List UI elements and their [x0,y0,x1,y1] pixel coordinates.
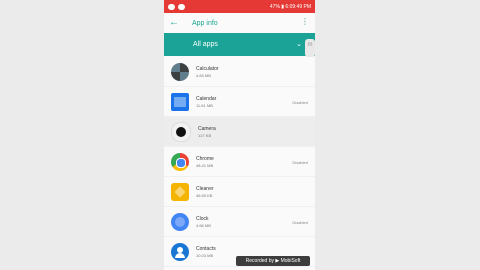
app-size: 4.83 MB [196,72,211,78]
calculator-icon [171,62,189,81]
cleaner-icon [171,182,189,201]
app-name: Calendar [196,95,217,102]
list-item[interactable]: Cleaner 46.69 KB [164,177,315,207]
app-size: 11.61 MB [196,102,213,108]
app-size: 127 KB [198,132,212,138]
more-vert-icon[interactable]: ⋮ [301,17,309,26]
app-size: 46.69 KB [196,192,213,198]
app-info: Camera 127 KB [198,126,216,138]
app-name: Camera [198,125,216,132]
app-status: Disabled [292,220,308,225]
app-status: Disabled [292,100,308,105]
contacts-icon [171,242,189,261]
app-bar: ← App info ⋮ [164,13,315,33]
app-info: Cleaner 46.69 KB [196,186,214,198]
status-text: 47% ▮ 6:09:49 PM [269,3,311,10]
record-badge: m [305,39,315,57]
list-item[interactable]: Camera 127 KB [164,117,315,147]
list-item[interactable]: Calendar 11.61 MB Disabled [164,87,315,117]
app-name: Contacts [196,245,216,252]
camera-icon [171,121,191,142]
notification-icon [168,3,175,10]
youtube-icon [178,3,185,10]
calendar-icon [171,92,189,111]
clock-icon [171,212,189,231]
recording-watermark: Recorded by ▶ MobiSoft [236,256,310,266]
list-item[interactable]: Clock 4.66 MB Disabled [164,207,315,237]
chrome-icon [171,152,189,171]
app-name: Calculator [196,65,219,72]
app-name: Clock [196,215,209,222]
left-letterbox [0,0,164,270]
app-size: 48.41 MB [196,162,214,168]
app-info: Calculator 4.83 MB [196,66,219,78]
app-info: Contacts 10.03 MB [196,246,216,258]
arrow-back-icon[interactable]: ← [164,13,184,33]
chevron-down-icon: ⌄ [296,41,302,48]
filter-label: All apps [193,41,218,48]
app-list: Calculator 4.83 MB Calendar 11.61 MB Disable… [164,57,315,267]
phone-screen: 47% ▮ 6:09:49 PM ← App info ⋮ All apps ⌄… [164,0,315,270]
app-name: Cleaner [196,185,214,192]
page-title: App info [192,19,218,27]
app-info: Clock 4.66 MB [196,216,211,228]
status-icons [168,3,185,10]
app-info: Chrome 48.41 MB [196,156,214,168]
app-name: Chrome [196,155,214,162]
app-status: Disabled [292,160,308,165]
app-info: Calendar 11.61 MB [196,96,216,108]
app-size: 10.03 MB [196,252,214,258]
filter-dropdown[interactable]: All apps ⌄ [164,33,315,56]
list-item[interactable]: Chrome 48.41 MB Disabled [164,147,315,177]
list-item[interactable]: Calculator 4.83 MB [164,57,315,87]
status-bar: 47% ▮ 6:09:49 PM [164,0,315,13]
right-letterbox [315,0,480,270]
app-size: 4.66 MB [196,222,211,228]
